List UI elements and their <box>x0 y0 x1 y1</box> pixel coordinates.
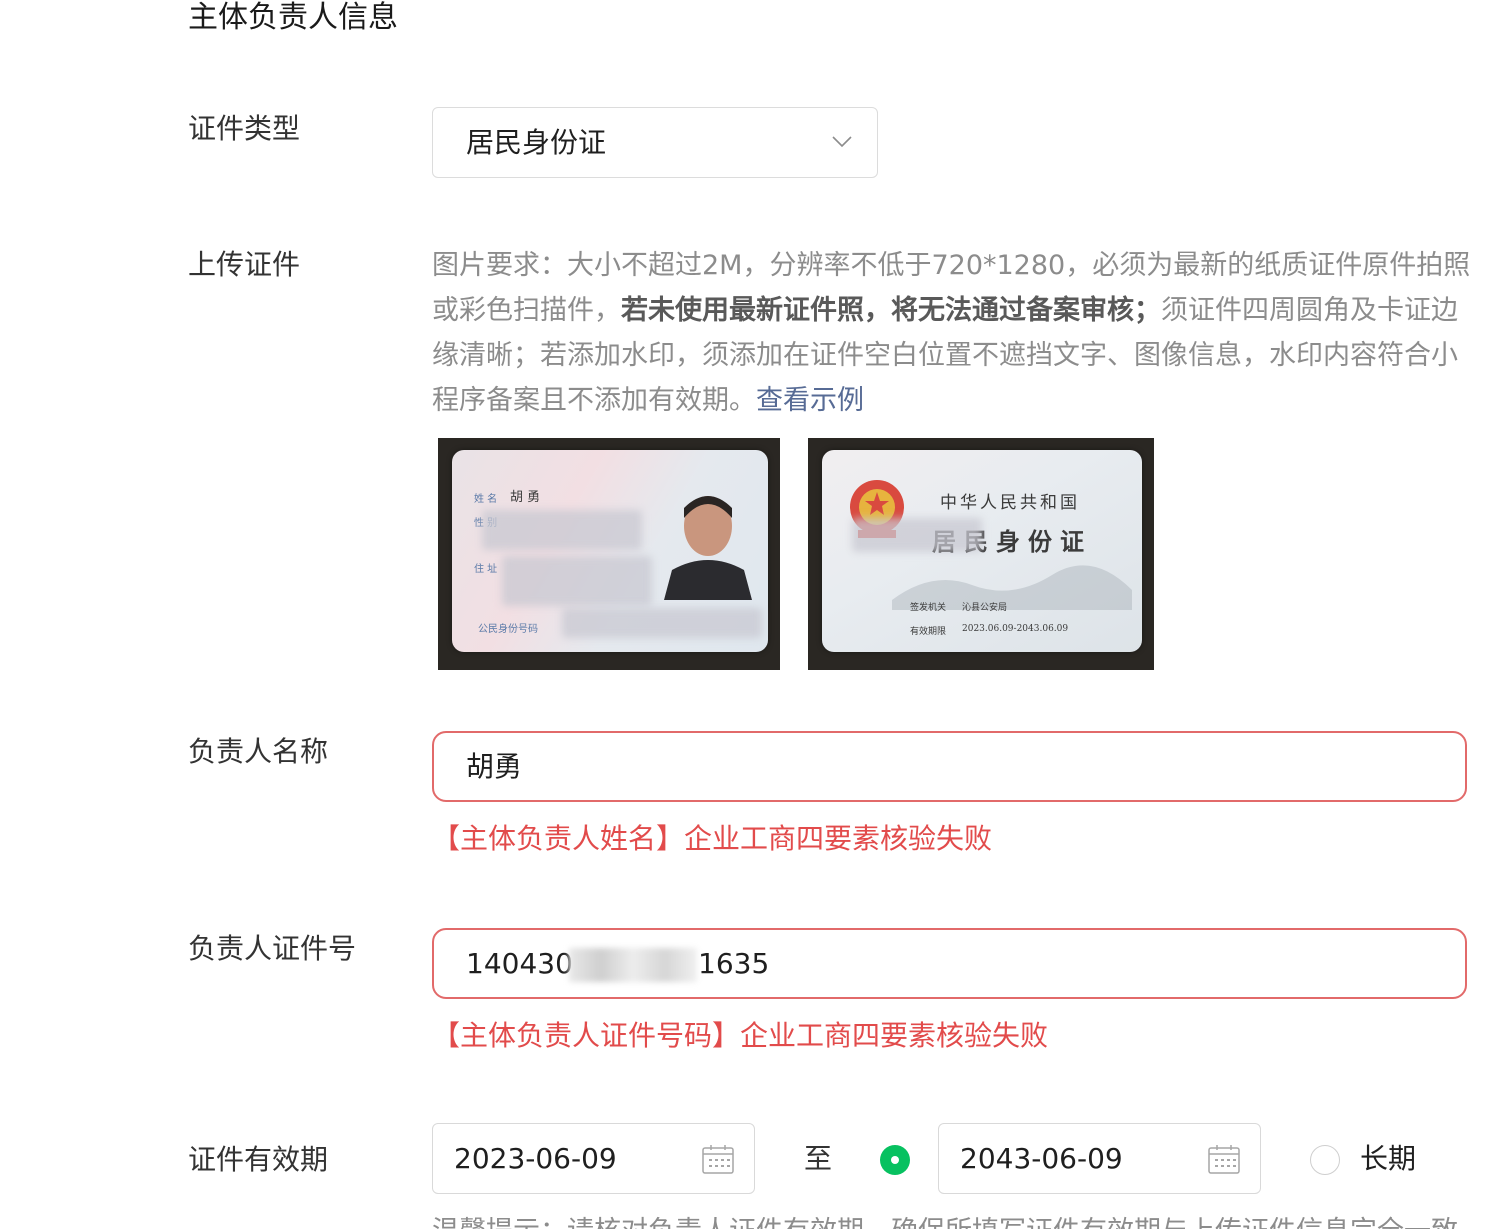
person-name-input[interactable]: 胡勇 <box>432 731 1467 802</box>
person-name-error: 【主体负责人姓名】企业工商四要素核验失败 <box>432 822 993 855</box>
doc-type-select[interactable]: 居民身份证 <box>432 107 878 178</box>
person-name-label: 负责人名称 <box>188 735 329 768</box>
validity-end-date: 2043-06-09 <box>960 1142 1123 1175</box>
validity-tip: 温馨提示：请核对负责人证件有效期，确保所填写证件有效期与上传证件信息完全一致 <box>432 1212 1482 1229</box>
card-authority: 沁县公安局 <box>962 603 1008 613</box>
portrait-image <box>664 496 752 600</box>
validity-end-date-picker[interactable]: 2043-06-09 <box>938 1123 1261 1194</box>
responsible-person-form: 主体负责人信息 证件类型 居民身份证 上传证件 图片要求：大小不超过2M，分辨率… <box>0 0 1489 1229</box>
redaction-blur <box>482 510 642 550</box>
long-term-label: 长期 <box>1360 1142 1417 1175</box>
calendar-icon <box>702 1145 734 1174</box>
card-authority-label: 签发机关 <box>910 603 947 613</box>
person-id-suffix: 1635 <box>698 947 770 980</box>
card-name-label: 姓 名 <box>474 494 498 505</box>
redaction-blur <box>502 556 652 606</box>
doc-type-selected-value: 居民身份证 <box>466 126 607 159</box>
doc-type-label: 证件类型 <box>188 112 301 145</box>
id-card-back-photo[interactable]: 中华人民共和国 居民身份证 签发机关 沁县公安局 有效期限 2023.06.09… <box>808 438 1154 670</box>
id-card-front-photo[interactable]: 姓 名 胡 勇 性 别 住 址 公民身份号码 <box>438 438 780 670</box>
redaction-blur <box>569 948 697 982</box>
card-id-label: 公民身份号码 <box>478 624 538 635</box>
id-card-back: 中华人民共和国 居民身份证 签发机关 沁县公安局 有效期限 2023.06.09… <box>822 450 1142 652</box>
upload-requirements-warning: 若未使用最新证件照，将无法通过备案审核； <box>621 295 1161 326</box>
person-name-value: 胡勇 <box>466 750 523 783</box>
person-id-input[interactable]: 140430 1635 <box>432 928 1467 999</box>
long-term-radio[interactable] <box>1310 1145 1340 1175</box>
person-id-error: 【主体负责人证件号码】企业工商四要素核验失败 <box>432 1019 1049 1052</box>
upload-requirements: 图片要求：大小不超过2M，分辨率不低于720*1280，必须为最新的纸质证件原件… <box>432 243 1477 423</box>
validity-label: 证件有效期 <box>188 1143 329 1176</box>
end-date-radio[interactable] <box>880 1145 910 1175</box>
chevron-down-icon <box>832 136 852 148</box>
section-title: 主体负责人信息 <box>188 0 398 35</box>
person-id-label: 负责人证件号 <box>188 932 357 965</box>
calendar-icon <box>1208 1145 1240 1174</box>
validity-start-date-picker[interactable]: 2023-06-09 <box>432 1123 755 1194</box>
validity-start-date: 2023-06-09 <box>454 1142 617 1175</box>
card-validity-label: 有效期限 <box>910 627 947 637</box>
id-card-front: 姓 名 胡 勇 性 别 住 址 公民身份号码 <box>452 450 768 652</box>
redaction-blur <box>562 608 762 638</box>
view-example-link[interactable]: 查看示例 <box>756 385 864 416</box>
redaction-blur <box>852 518 982 552</box>
date-range-separator: 至 <box>804 1142 833 1175</box>
person-id-prefix: 140430 <box>466 947 573 980</box>
card-name: 胡 勇 <box>510 490 541 505</box>
card-validity: 2023.06.09-2043.06.09 <box>962 624 1069 634</box>
card-country: 中华人民共和国 <box>940 493 1080 513</box>
upload-label: 上传证件 <box>188 248 301 281</box>
card-address-label: 住 址 <box>474 564 498 575</box>
